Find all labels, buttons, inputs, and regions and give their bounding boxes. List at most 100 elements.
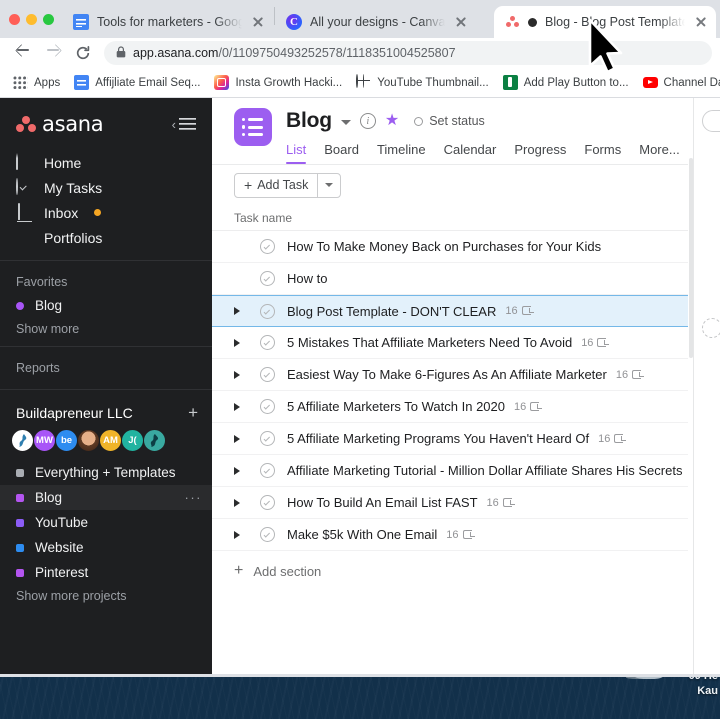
task-complete-checkbox[interactable] [260, 271, 275, 286]
add-section-button[interactable]: + Add section [212, 551, 720, 591]
star-icon[interactable]: ★ [385, 113, 399, 129]
chevron-down-icon[interactable] [340, 120, 351, 125]
member-avatar-photo[interactable] [77, 429, 100, 452]
task-complete-checkbox[interactable] [260, 335, 275, 350]
tab-timeline[interactable]: Timeline [377, 138, 426, 164]
sidebar-item-my-tasks[interactable]: My Tasks [0, 175, 212, 200]
task-complete-checkbox[interactable] [260, 495, 275, 510]
scrollbar-thumb[interactable] [689, 158, 693, 358]
sidebar-project-youtube[interactable]: YouTube [0, 510, 212, 535]
sidebar-project-blog[interactable]: Blog ··· [0, 485, 212, 510]
minimize-window-button[interactable] [26, 13, 37, 25]
sidebar-project-website[interactable]: Website [0, 535, 212, 560]
sidebar-item-portfolios-label: Portfolios [44, 229, 103, 246]
bookmark-affiliate-email[interactable]: Affijliate Email Seq... [67, 72, 207, 93]
sidebar-item-inbox[interactable]: Inbox [0, 200, 212, 225]
bookmark-apps[interactable]: Apps [6, 73, 67, 93]
project-overflow-menu-icon[interactable]: ··· [185, 490, 203, 505]
task-detail-panel[interactable] [693, 98, 720, 674]
add-project-button[interactable]: + [188, 404, 198, 421]
table-row[interactable]: Easiest Way To Make 6-Figures As An Affi… [212, 359, 720, 391]
tab-progress[interactable]: Progress [514, 138, 566, 164]
tab-list[interactable]: List [286, 138, 307, 164]
forward-arrow-icon[interactable] [38, 38, 68, 68]
project-color-dot [16, 543, 24, 552]
bookmark-insta-growth-label: Insta Growth Hacki... [235, 76, 343, 89]
hamburger-icon [179, 118, 196, 130]
task-complete-checkbox[interactable] [260, 399, 275, 414]
info-icon[interactable]: i [359, 113, 376, 129]
reload-icon[interactable] [68, 38, 98, 68]
inbox-unread-badge [94, 209, 102, 216]
sidebar-item-portfolios[interactable]: Portfolios [0, 225, 212, 250]
add-task-button[interactable]: + Add Task [234, 172, 342, 198]
bookmark-youtube-thumbnail[interactable]: YouTube Thumbnail... [349, 72, 495, 93]
bookmark-insta-growth[interactable]: Insta Growth Hacki... [207, 72, 349, 93]
window-controls[interactable] [6, 0, 63, 38]
table-row[interactable]: How to [212, 263, 720, 295]
close-window-button[interactable] [9, 13, 20, 25]
table-row[interactable]: How To Make Money Back on Purchases for … [212, 231, 720, 263]
expand-toggle-icon[interactable] [234, 338, 248, 347]
task-complete-checkbox[interactable] [260, 239, 275, 254]
table-row[interactable]: How To Build An Email List FAST 16 [212, 487, 720, 519]
tab-forms[interactable]: Forms [584, 138, 621, 164]
subtask-icon [597, 337, 610, 348]
sidebar-divider-2 [0, 346, 212, 347]
expand-toggle-icon[interactable] [234, 402, 248, 411]
table-row[interactable]: Make $5k With One Email 16 [212, 519, 720, 551]
browser-tab-1[interactable]: Tools for marketers - Google Doc [63, 6, 273, 38]
expand-toggle-icon[interactable] [234, 530, 248, 539]
set-status-button[interactable]: Set status [414, 114, 485, 128]
detail-mark-complete-button[interactable] [702, 110, 720, 132]
sidebar-project-pinterest[interactable]: Pinterest [0, 560, 212, 585]
bookmark-channel-dashboard[interactable]: Channel Dashb [636, 72, 720, 93]
add-task-dropdown-button[interactable] [318, 174, 340, 197]
back-arrow-icon[interactable] [8, 38, 38, 68]
member-avatar-j[interactable]: J( [121, 429, 144, 452]
sidebar-project-everything-templates[interactable]: Everything + Templates [0, 460, 212, 485]
browser-tab-2[interactable]: C All your designs - Canva [276, 6, 494, 38]
asana-logo[interactable]: asana [16, 112, 104, 136]
task-complete-checkbox[interactable] [260, 463, 275, 478]
favorite-item-blog[interactable]: Blog [0, 293, 212, 318]
list-project-icon [234, 108, 272, 146]
subtask-icon [632, 369, 645, 380]
favorites-show-more[interactable]: Show more [0, 318, 212, 336]
add-task-label-group[interactable]: + Add Task [235, 174, 317, 197]
expand-toggle-icon[interactable] [234, 307, 248, 315]
browser-tab-3-active[interactable]: Blog - Blog Post Template - D [494, 6, 716, 38]
bookmark-add-play-button[interactable]: Add Play Button to... [496, 72, 636, 93]
close-tab-3-icon[interactable] [693, 14, 709, 30]
close-tab-1-icon[interactable] [250, 14, 266, 30]
address-bar[interactable]: app.asana.com/0/1109750493252578/1118351… [104, 41, 712, 65]
tab-calendar[interactable]: Calendar [444, 138, 497, 164]
table-row[interactable]: 5 Mistakes That Affiliate Marketers Need… [212, 327, 720, 359]
task-complete-checkbox[interactable] [260, 431, 275, 446]
member-avatar-be[interactable]: be [55, 429, 78, 452]
table-row[interactable]: Affiliate Marketing Tutorial - Million D… [212, 455, 720, 487]
member-avatar-am[interactable]: AM [99, 429, 122, 452]
task-complete-checkbox[interactable] [260, 527, 275, 542]
projects-show-more[interactable]: Show more projects [0, 585, 212, 603]
member-avatar-mw[interactable]: MW [33, 429, 56, 452]
tab-more[interactable]: More... [639, 138, 679, 164]
expand-toggle-icon[interactable] [234, 466, 248, 475]
collapse-sidebar-button[interactable]: ‹ [172, 117, 196, 132]
expand-toggle-icon[interactable] [234, 498, 248, 507]
maximize-window-button[interactable] [43, 13, 54, 25]
close-tab-2-icon[interactable] [453, 14, 469, 30]
table-row-selected[interactable]: Blog Post Template - DON'T CLEAR 16 [212, 295, 720, 327]
member-avatar-7[interactable] [143, 429, 166, 452]
table-row[interactable]: 5 Affiliate Marketers To Watch In 2020 1… [212, 391, 720, 423]
table-row[interactable]: 5 Affiliate Marketing Programs You Haven… [212, 423, 720, 455]
task-name: Easiest Way To Make 6-Figures As An Affi… [287, 367, 607, 382]
task-complete-checkbox[interactable] [260, 367, 275, 382]
tab-board[interactable]: Board [324, 138, 359, 164]
expand-toggle-icon[interactable] [234, 370, 248, 379]
expand-toggle-icon[interactable] [234, 434, 248, 443]
task-complete-checkbox[interactable] [260, 303, 275, 319]
member-avatar-1[interactable] [11, 429, 34, 452]
sidebar-project-blog-label: Blog [35, 490, 63, 505]
sidebar-item-home[interactable]: Home [0, 150, 212, 175]
